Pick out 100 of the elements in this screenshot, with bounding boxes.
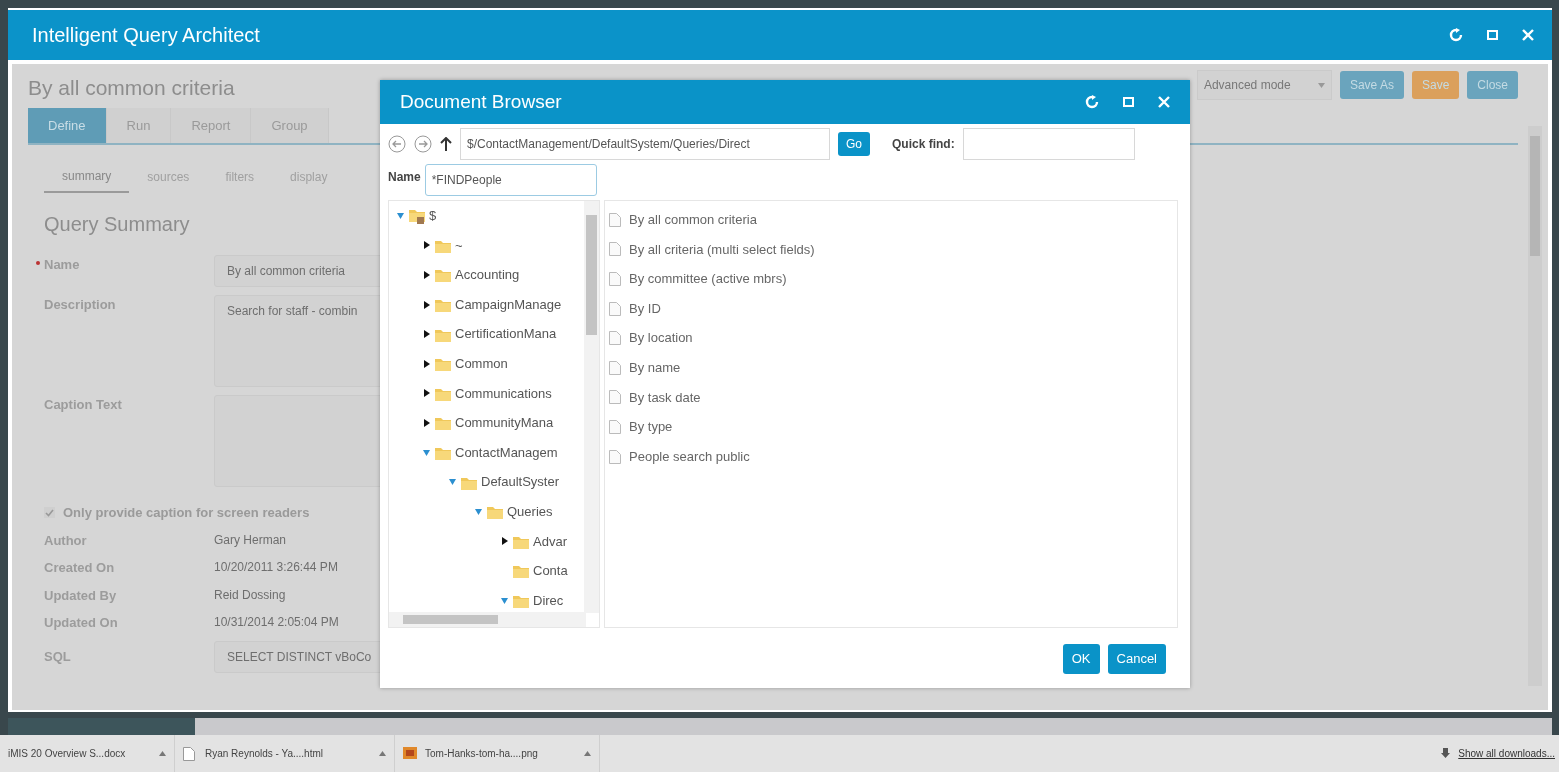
image-file-icon [403, 746, 417, 761]
tree-item[interactable]: Common [455, 354, 508, 374]
close-icon[interactable] [1158, 96, 1170, 108]
tree-item[interactable]: Queries [507, 502, 553, 522]
quick-find-label: Quick find: [892, 136, 955, 153]
field-label: Author [44, 531, 88, 550]
page-file-icon [183, 746, 197, 761]
document-icon [609, 301, 621, 316]
folder-icon [487, 504, 503, 520]
refresh-icon[interactable] [1085, 95, 1099, 109]
document-icon [609, 272, 621, 286]
folder-icon [435, 297, 451, 313]
expanded-arrow-icon[interactable] [449, 478, 457, 487]
maximize-icon[interactable] [1487, 30, 1498, 40]
tree-item[interactable]: Advar [533, 531, 567, 552]
tree-item[interactable]: DefaultSyster [481, 472, 560, 492]
up-arrow-icon[interactable] [440, 137, 452, 151]
tree-item[interactable]: ~ [455, 235, 463, 256]
expanded-arrow-icon[interactable] [501, 596, 509, 605]
forward-icon[interactable] [414, 135, 432, 153]
download-item[interactable]: iMIS 20 Overview S...docx [8, 746, 151, 761]
tree-item[interactable]: $ [429, 206, 437, 226]
tree-item[interactable]: CommunityMana [455, 413, 554, 433]
window-title: Intelligent Query Architect [32, 23, 260, 48]
show-all-downloads-link[interactable]: Show all downloads... [1458, 746, 1555, 761]
file-item[interactable]: By task date [629, 387, 701, 408]
collapsed-arrow-icon[interactable] [423, 418, 431, 427]
path-field[interactable]: $/ContactManagement/DefaultSystem/Queries/Direct [460, 128, 830, 160]
field-value: 10/20/2011 3:26:44 PM [214, 559, 338, 576]
document-icon [609, 331, 621, 346]
download-icon [1441, 748, 1451, 759]
collapsed-arrow-icon[interactable] [423, 359, 431, 368]
back-icon[interactable] [388, 135, 406, 153]
file-item[interactable]: By all criteria (multi select fields) [629, 239, 815, 260]
field-label: Updated On [44, 614, 119, 632]
field-label: Created On [44, 559, 116, 577]
dialog-title: Document Browser [400, 89, 562, 114]
collapsed-arrow-icon[interactable] [423, 389, 431, 398]
folder-icon [435, 415, 451, 431]
scrollbar[interactable] [1528, 126, 1542, 686]
tree-item[interactable]: Communications [455, 383, 552, 404]
collapsed-arrow-icon[interactable] [423, 330, 431, 339]
name-label: Name [388, 169, 421, 186]
document-icon [609, 419, 621, 434]
close-icon[interactable] [1522, 29, 1534, 41]
field-label: Description [44, 296, 116, 314]
expanded-arrow-icon[interactable] [397, 211, 405, 220]
collapsed-arrow-icon[interactable] [501, 537, 509, 546]
caret-icon[interactable] [584, 751, 591, 756]
field-label: Updated By [44, 586, 118, 605]
dialog-button[interactable]: Cancel [1107, 644, 1166, 674]
folder-icon [435, 445, 451, 461]
collapsed-arrow-icon[interactable] [423, 300, 431, 309]
scrollbar[interactable] [584, 201, 599, 613]
document-icon [609, 360, 621, 375]
checkbox[interactable] [44, 507, 55, 519]
tree-item[interactable]: ContactManagem [455, 442, 558, 463]
file-item[interactable]: By name [629, 358, 681, 378]
field-label: SQL [44, 647, 72, 666]
checkbox-label: Only provide caption for screen readers [63, 504, 310, 522]
tree-item[interactable]: CampaignManage [455, 294, 562, 315]
tree-item[interactable]: Conta [533, 561, 568, 581]
tree-item[interactable]: Direc [533, 590, 564, 611]
expanded-arrow-icon[interactable] [423, 448, 431, 457]
query-title: By all common criteria [28, 75, 236, 101]
field-label: Caption Text [44, 396, 122, 414]
field-value: 10/31/2014 2:05:04 PM [214, 614, 339, 631]
folder-icon [513, 563, 529, 579]
go-button[interactable]: Go [838, 132, 870, 156]
caret-icon [1317, 82, 1325, 88]
file-item[interactable]: By location [629, 328, 693, 348]
field-value: Gary Herman [214, 531, 287, 549]
caret-icon[interactable] [159, 751, 166, 756]
download-item[interactable]: Tom-Hanks-tom-ha....png [425, 746, 576, 761]
tree-item[interactable]: Accounting [455, 265, 520, 285]
document-icon [609, 242, 621, 257]
file-item[interactable]: People search public [629, 446, 750, 467]
folder-icon [435, 267, 451, 283]
name-field[interactable]: *FINDPeople [424, 164, 597, 196]
field-label: Name [44, 256, 80, 274]
file-item[interactable]: By committee (active mbrs) [629, 269, 787, 289]
horizontal-scrollbar[interactable] [8, 718, 1552, 735]
collapsed-arrow-icon[interactable] [423, 271, 431, 279]
quick-find-field[interactable] [962, 128, 1135, 160]
file-item[interactable]: By all common criteria [629, 210, 757, 230]
folder-icon [435, 356, 451, 372]
collapsed-arrow-icon[interactable] [423, 241, 431, 250]
maximize-icon[interactable] [1123, 97, 1134, 107]
horizontal-scrollbar[interactable] [389, 612, 586, 627]
tree-item[interactable]: CertificationMana [455, 324, 557, 344]
document-icon [609, 390, 621, 405]
expanded-arrow-icon[interactable] [475, 507, 483, 516]
download-item[interactable]: Ryan Reynolds - Ya....html [205, 746, 371, 761]
folder-icon [513, 593, 529, 608]
dialog-button[interactable]: OK [1062, 644, 1100, 674]
caret-icon[interactable] [379, 751, 386, 756]
file-item[interactable]: By type [629, 417, 673, 437]
refresh-icon[interactable] [1449, 28, 1463, 42]
file-item[interactable]: By ID [629, 298, 661, 319]
section-title: Query Summary [44, 212, 190, 237]
